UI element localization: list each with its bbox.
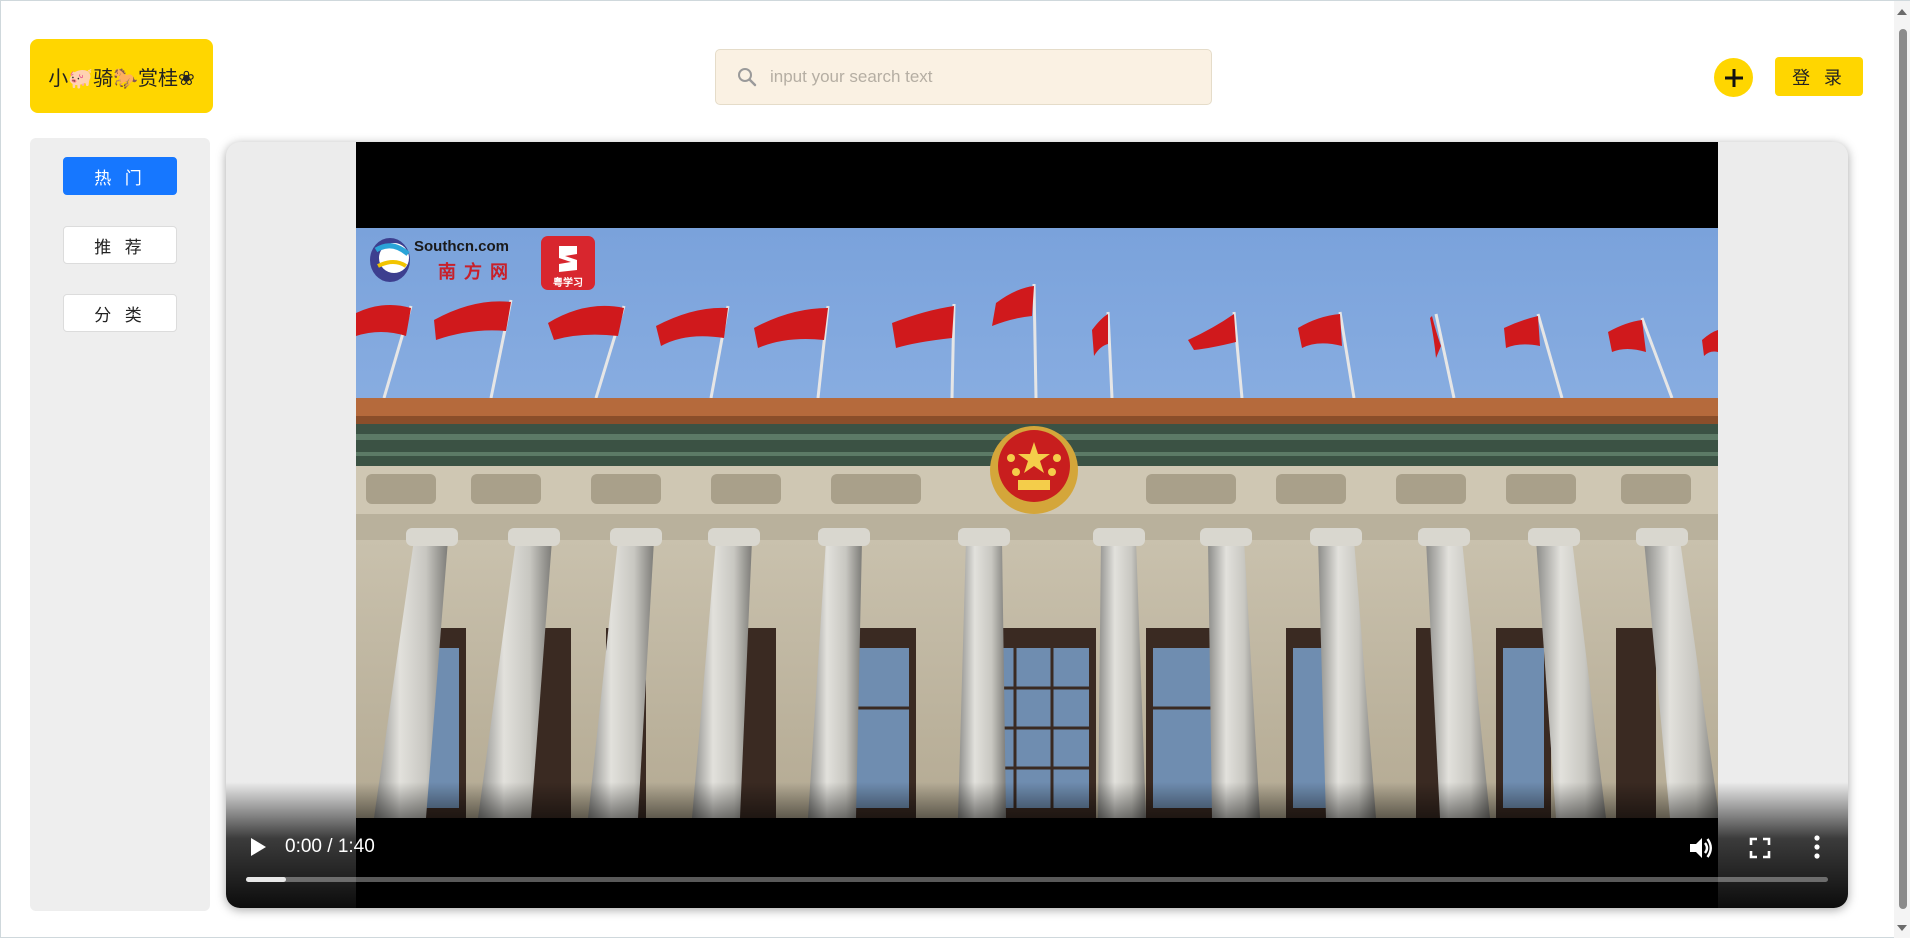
video-controls-gradient	[226, 782, 1848, 908]
video-player[interactable]: Southcn.com 南方网 粤学习 0:00 / 1:40	[226, 142, 1848, 908]
video-time: 0:00 / 1:40	[285, 836, 375, 857]
sidebar-item-recommended[interactable]: 推 荐	[63, 226, 177, 264]
play-icon[interactable]	[248, 836, 268, 858]
add-button[interactable]	[1714, 58, 1753, 97]
video-progress-fill	[246, 877, 286, 882]
video-progress-bar[interactable]	[246, 877, 1828, 882]
more-vert-icon[interactable]	[1813, 834, 1821, 860]
scroll-down-arrow-icon[interactable]	[1897, 925, 1907, 931]
sidebar-item-categories[interactable]: 分 类	[63, 294, 177, 332]
watermark-site: Southcn.com	[414, 238, 510, 255]
search-input[interactable]	[770, 67, 1211, 87]
sidebar: 热 门 推 荐 分 类	[30, 138, 210, 911]
volume-icon[interactable]	[1688, 835, 1714, 861]
watermark-app: 粤学习	[553, 278, 583, 289]
logo-text: 小🐖骑🐎赏桂❀	[48, 65, 195, 90]
scroll-thumb[interactable]	[1899, 29, 1907, 909]
search-box[interactable]	[715, 49, 1212, 105]
search-icon	[736, 66, 758, 88]
fullscreen-icon[interactable]	[1749, 837, 1771, 859]
site-logo[interactable]: 小🐖骑🐎赏桂❀	[30, 39, 213, 113]
scroll-up-arrow-icon[interactable]	[1897, 9, 1907, 15]
xuexi-app-icon: 粤学习	[541, 236, 595, 290]
watermark-name: 南方网	[438, 262, 516, 283]
plus-icon	[1724, 68, 1743, 87]
southcn-logo-icon	[370, 238, 410, 282]
video-scene-image	[356, 228, 1718, 818]
login-button[interactable]: 登 录	[1775, 57, 1863, 96]
sidebar-item-hot[interactable]: 热 门	[63, 157, 177, 195]
page-scrollbar[interactable]	[1894, 1, 1910, 938]
